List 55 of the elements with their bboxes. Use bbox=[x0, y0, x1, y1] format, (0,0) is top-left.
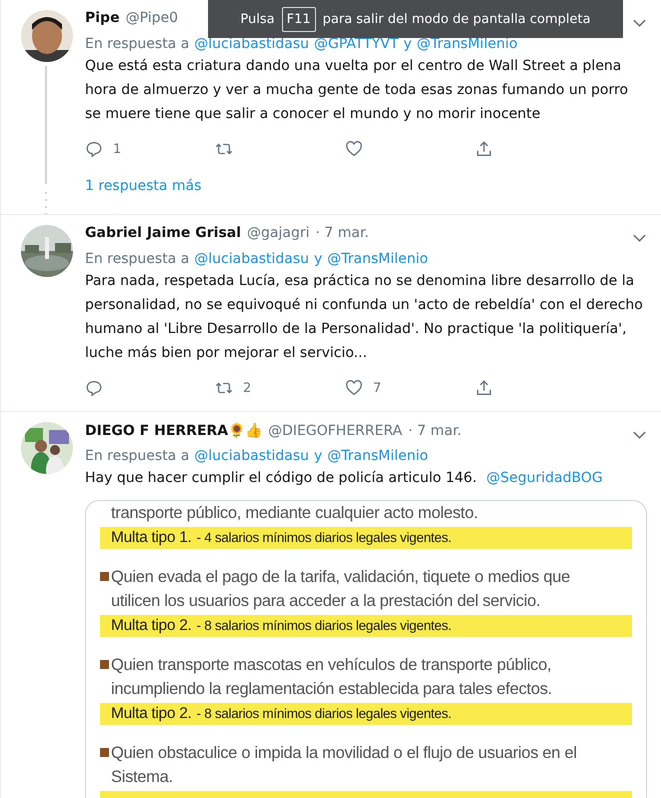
reply-icon[interactable] bbox=[85, 140, 103, 158]
more-replies-link[interactable]: 1 respuesta más bbox=[85, 178, 202, 194]
bullet-icon bbox=[100, 748, 109, 757]
reply-context: En respuesta a bbox=[85, 251, 190, 267]
mention-link[interactable]: @TransMilenio bbox=[327, 448, 428, 464]
conjunction: y bbox=[314, 251, 322, 267]
reply-icon[interactable] bbox=[85, 379, 103, 397]
document-text: Quien transporte mascotas en vehículos de transporte público, incumpliendo la reglamentación establecida para tales efectos. bbox=[111, 655, 553, 700]
author-handle[interactable]: @gajagri bbox=[247, 225, 310, 241]
chevron-down-icon[interactable] bbox=[632, 430, 647, 440]
fine-detail: - 4 salarios mínimos diarios legales vigentes. bbox=[196, 530, 452, 545]
fine-detail: - 8 salarios mínimos diarios legales vigentes. bbox=[196, 618, 452, 633]
heart-icon[interactable] bbox=[345, 140, 363, 158]
fine-detail: - 8 salarios mínimos diarios legales vigentes. bbox=[196, 706, 452, 721]
fine-type: Multa tipo 2. bbox=[111, 705, 192, 723]
notice-text: para salir del modo de pantalla completa bbox=[322, 12, 591, 26]
tweet-text: Para nada, respetada Lucía, esa práctica no se denomina libre desarrollo de la personalidad, no se equivoqué ni confunda un 'acto de rebeldía' con el derecho humano al 'Libre Desarrollo de la Personalidad'. No practique 'la politiquería', luche más bien por mejorar el servicio... bbox=[85, 273, 643, 361]
reply-context: En respuesta a bbox=[85, 36, 190, 52]
tweet-date[interactable]: · 7 mar. bbox=[316, 225, 369, 241]
mention-link[interactable]: @TransMilenio bbox=[327, 251, 428, 267]
author-name[interactable]: DIEGO F HERRERA🌻👍 bbox=[85, 422, 262, 439]
document-text: transporte público, mediante cualquier acto molesto. bbox=[111, 503, 478, 524]
mention-link[interactable]: @GPATTYVT bbox=[314, 36, 398, 52]
document-text: Quien obstaculice o impida la movilidad o el flujo de usuarios en el Sistema. bbox=[111, 743, 578, 788]
mention-link[interactable]: @SeguridadBOG bbox=[486, 470, 603, 486]
author-handle[interactable]: @DIEGOFHERRERA bbox=[268, 423, 402, 439]
fine-type: Multa tipo 2. bbox=[111, 617, 192, 635]
reply-count: 1 bbox=[113, 142, 122, 156]
mention-link[interactable]: @luciabastidasu bbox=[194, 448, 309, 464]
author-name[interactable]: Gabriel Jaime Grisal bbox=[85, 225, 242, 241]
mention-link[interactable]: @TransMilenio bbox=[416, 36, 518, 52]
attached-document[interactable] bbox=[85, 500, 647, 798]
conjunction: y bbox=[403, 36, 412, 52]
bullet-icon bbox=[100, 572, 109, 581]
chevron-down-icon[interactable] bbox=[632, 18, 647, 28]
document-text: Quien evada el pago de la tarifa, validación, tiquete o medios que utilicen los usuarios para acceder a la prestación del servicio. bbox=[111, 567, 572, 612]
author-name[interactable]: Pipe bbox=[85, 10, 120, 26]
tweet-date[interactable]: · 7 mar. bbox=[408, 423, 462, 439]
bullet-icon bbox=[100, 660, 109, 669]
heart-icon[interactable] bbox=[345, 379, 363, 397]
author-handle[interactable]: @Pipe0 bbox=[126, 10, 178, 26]
chevron-down-icon[interactable] bbox=[632, 233, 647, 243]
share-icon[interactable] bbox=[475, 379, 493, 397]
tweet-text: Que está esta criatura dando una vuelta por el centro de Wall Street a plena hora de almuerzo y ver a mucha gente de toda esas zonas fumando un porro se muere tiene que salir a conocer el mundo y no morir inocente bbox=[85, 58, 628, 122]
share-icon[interactable] bbox=[475, 140, 493, 158]
like-count: 7 bbox=[373, 380, 382, 396]
mention-link[interactable]: @luciabastidasu bbox=[194, 251, 309, 267]
key-label: F11 bbox=[282, 6, 316, 32]
retweet-count: 2 bbox=[243, 380, 252, 396]
tweet-text: Hay que hacer cumplir el código de policía articulo 146. bbox=[85, 470, 477, 486]
fine-type: Multa tipo 1. bbox=[111, 529, 192, 547]
notice-text: Pulsa bbox=[240, 12, 275, 26]
mention-link[interactable]: @luciabastidasu bbox=[194, 36, 309, 52]
conjunction: y bbox=[314, 448, 322, 464]
reply-context: En respuesta a bbox=[85, 448, 190, 464]
